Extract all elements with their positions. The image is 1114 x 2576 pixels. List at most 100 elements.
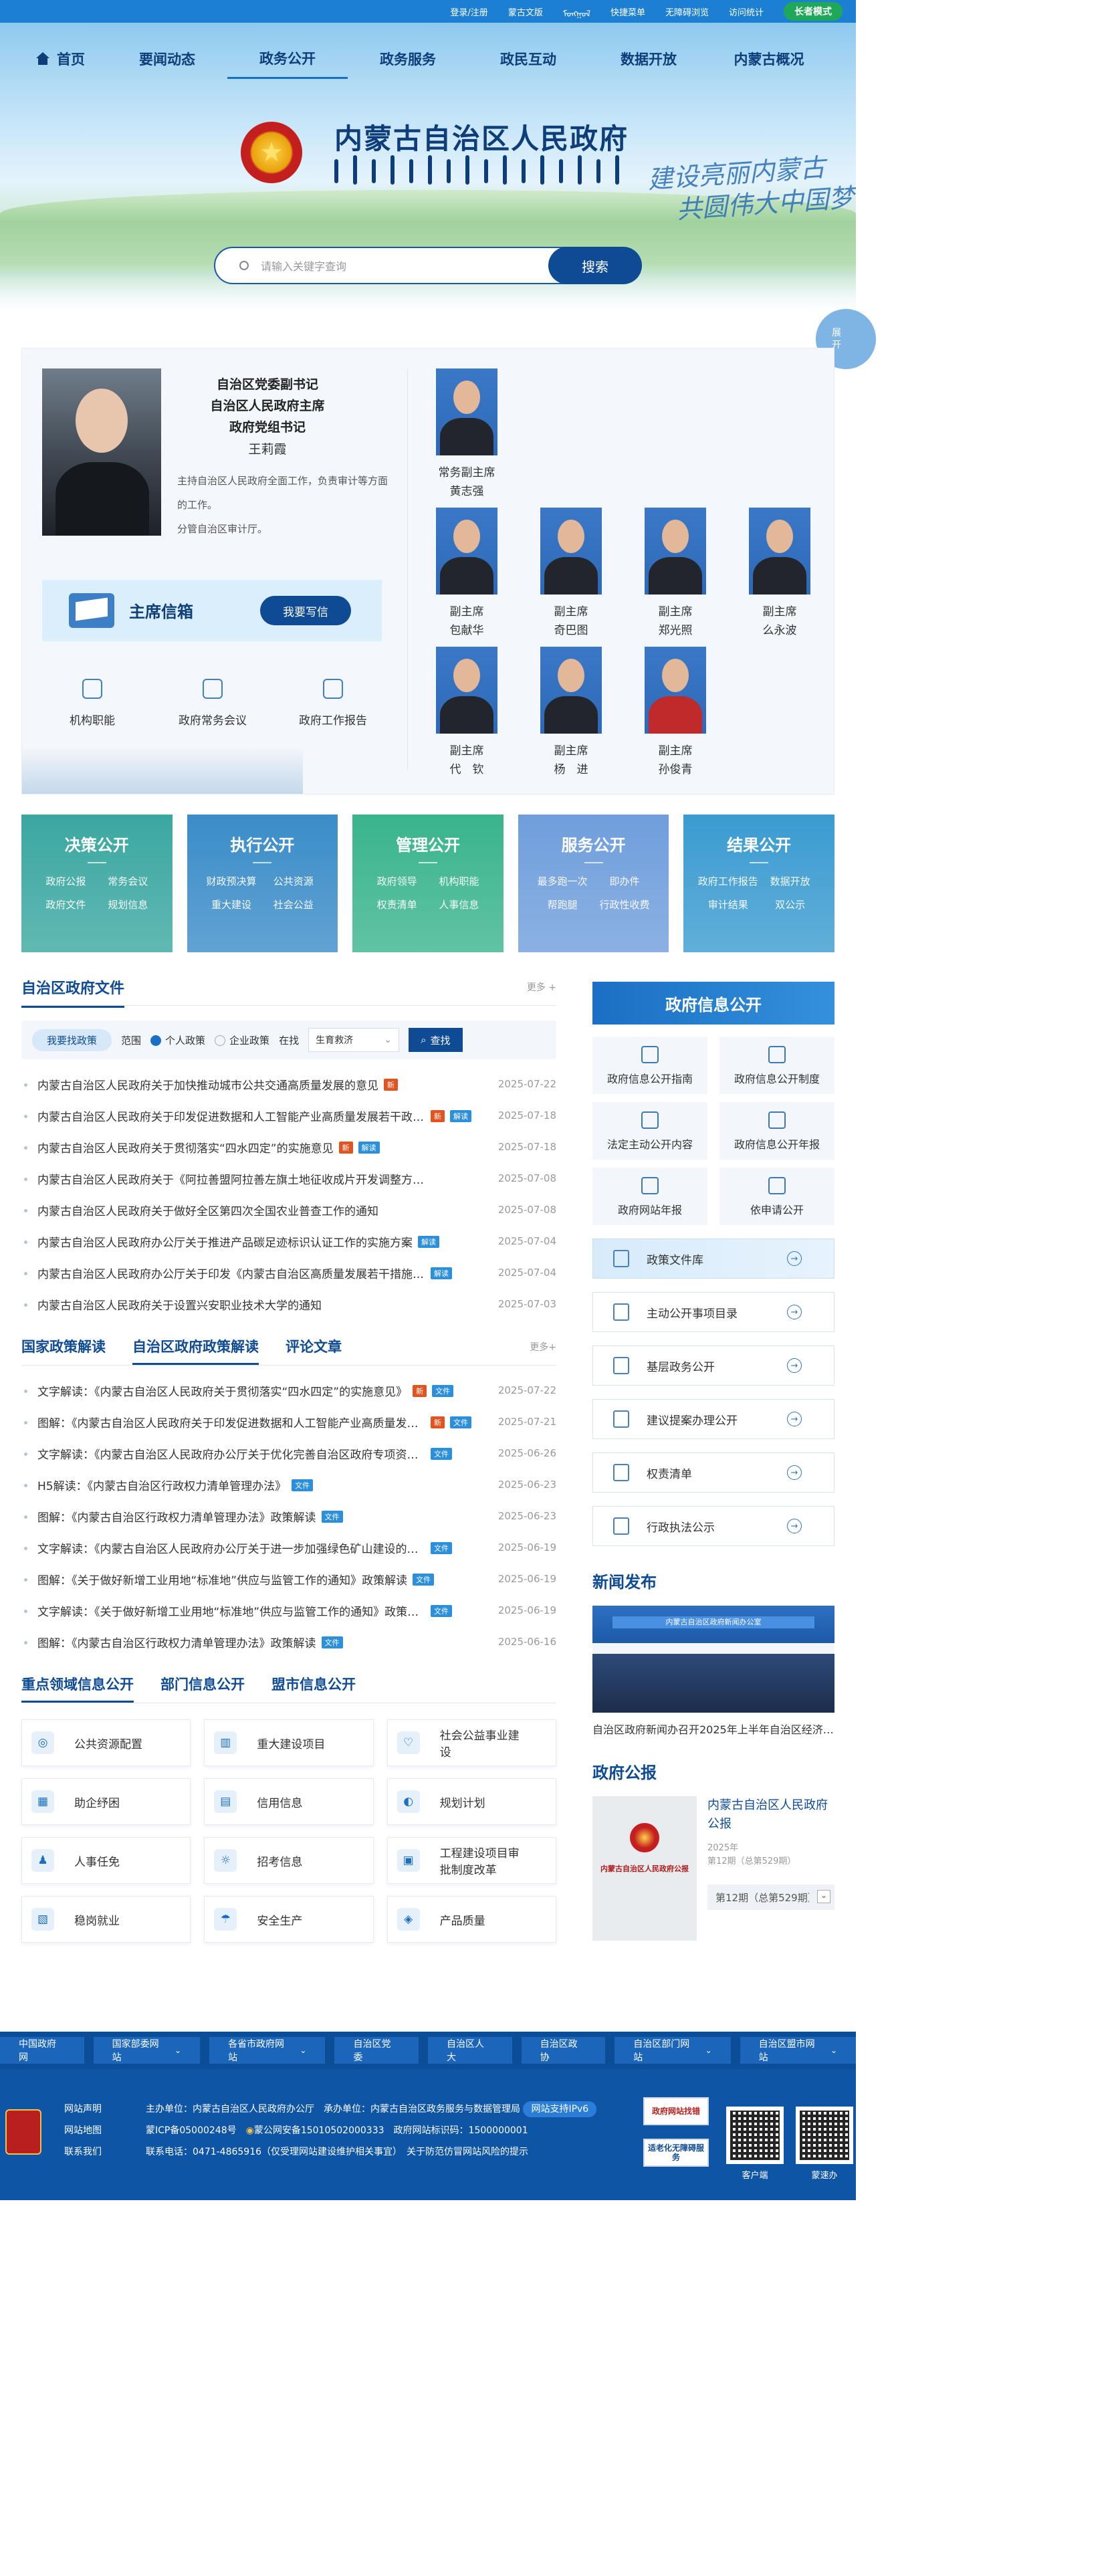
senior-mode-button[interactable]: 长者模式 — [784, 2, 843, 21]
card-service-open[interactable]: 服务公开 最多跑一次 即办件 帮跑腿 行政性收费 — [518, 815, 669, 952]
accessibility-link[interactable]: 无障碍浏览 — [665, 5, 709, 18]
nav-interaction[interactable]: 政民互动 — [468, 39, 588, 79]
list-item[interactable]: 内蒙古自治区人民政府办公厅关于推进产品碳足迹标识认证工作的实施方案 解读 2025-… — [21, 1226, 556, 1257]
gov-info-list-item[interactable]: 基层政务公开 → — [592, 1346, 834, 1386]
card-management-open[interactable]: 管理公开 政府领导 机构职能 权责清单 人事信息 — [352, 815, 504, 952]
list-item[interactable]: 图解：《内蒙古自治区人民政府关于印发促进数据和人工智能产业高质量发展若干政策措施… — [21, 1406, 556, 1438]
list-item[interactable]: 图解：《关于做好新增工业用地“标准地”供应与监管工作的通知》政策解读 文件 2025… — [21, 1564, 556, 1595]
gov-info-list-item[interactable]: 行政执法公示 → — [592, 1506, 834, 1546]
list-item-title[interactable]: 图解：《内蒙古自治区行政权力清单管理办法》政策解读 — [37, 1508, 316, 1525]
card-link[interactable]: 审计结果 — [697, 897, 759, 911]
nav-gov-open[interactable]: 政务公开 — [227, 39, 348, 79]
news-release-image[interactable]: 内蒙古自治区政府新闻办公室 — [592, 1606, 834, 1713]
search-button[interactable]: 搜索 — [548, 247, 642, 284]
domain-tile[interactable]: ▤ 信用信息 — [204, 1778, 374, 1825]
card-link[interactable]: 帮跑腿 — [532, 897, 594, 911]
list-item-title[interactable]: 文字解读：《内蒙古自治区人民政府办公厅关于优化完善自治区政府专项资金管理》 — [37, 1445, 425, 1462]
deputy-card[interactable]: 副主席 么永波 — [736, 508, 823, 640]
card-link[interactable]: 政府工作报告 — [697, 874, 759, 888]
list-item-title[interactable]: 内蒙古自治区人民政府办公厅关于印发《内蒙古自治区高质量发展若干措施》的通知 — [37, 1265, 425, 1281]
nav-home[interactable]: 首页 — [13, 39, 107, 79]
gov-info-list-item[interactable]: 权责清单 → — [592, 1453, 834, 1493]
gov-info-tile[interactable]: 政府信息公开制度 — [719, 1037, 834, 1094]
card-link[interactable]: 双公示 — [759, 897, 821, 911]
list-item-title[interactable]: 图解：《内蒙古自治区行政权力清单管理办法》政策解读 — [37, 1634, 316, 1650]
quick-link-report[interactable]: 政府工作报告 — [283, 679, 383, 728]
list-item[interactable]: H5解读：《内蒙古自治区行政权力清单管理办法》 文件 2025-06-23 — [21, 1469, 556, 1501]
card-link[interactable]: 常务会议 — [97, 874, 159, 888]
news-release-caption[interactable]: 自治区政府新闻办召开2025年上半年自治区经济运行情况新闻发布会 — [592, 1721, 834, 1737]
write-letter-button[interactable]: 我要写信 — [260, 596, 351, 625]
card-link[interactable]: 社会公益 — [262, 897, 324, 911]
list-item-title[interactable]: 内蒙古自治区人民政府关于做好全区第四次全国农业普查工作的通知 — [37, 1202, 378, 1218]
list-item[interactable]: 内蒙古自治区人民政府关于贯彻落实“四水四定”的实施意见新解读 2025-07-18 — [21, 1132, 556, 1163]
personal-policy-radio[interactable]: 个人政策 — [150, 1033, 205, 1047]
gazette-issue-select[interactable]: 第12期（总第529期） — [707, 1885, 834, 1910]
list-item-title[interactable]: 内蒙古自治区人民政府关于印发促进数据和人工智能产业高质量发展若干政策措施的通知 — [37, 1107, 425, 1124]
list-item-title[interactable]: 图解：《关于做好新增工业用地“标准地”供应与监管工作的通知》政策解读 — [37, 1571, 407, 1588]
deputy-card[interactable]: 副主席 郑光照 — [632, 508, 719, 640]
card-link[interactable]: 规划信息 — [97, 897, 159, 911]
list-item-title[interactable]: 内蒙古自治区人民政府关于贯彻落实“四水四定”的实施意见 — [37, 1139, 334, 1156]
domain-tile[interactable]: ◐ 规划计划 — [386, 1778, 556, 1825]
gov-info-tile[interactable]: 政府信息公开指南 — [592, 1037, 707, 1094]
tab-commentary[interactable]: 评论文章 — [286, 1333, 342, 1365]
report-error-badge[interactable]: 政府网站找错 — [643, 2097, 709, 2125]
footer-site-link[interactable]: 国家部委网站 — [93, 2037, 201, 2064]
deputy-card[interactable]: 常务副主席 黄志强 — [423, 368, 510, 501]
card-link[interactable]: 机构职能 — [428, 874, 490, 888]
card-link[interactable]: 人事信息 — [428, 897, 490, 911]
police-record-link[interactable]: 蒙公网安备15010502000333 — [254, 2125, 384, 2136]
deputy-card[interactable]: 副主席 奇巴图 — [528, 508, 615, 640]
nav-news[interactable]: 要闻动态 — [107, 39, 227, 79]
card-link[interactable]: 行政性收费 — [594, 897, 656, 911]
list-item[interactable]: 文字解读：《内蒙古自治区人民政府办公厅关于优化完善自治区政府专项资金管理》 文件 2… — [21, 1438, 556, 1469]
card-link[interactable]: 公共资源 — [262, 874, 324, 888]
gov-info-tile[interactable]: 法定主动公开内容 — [592, 1102, 707, 1160]
footer-site-link[interactable]: 自治区人大 — [428, 2037, 512, 2064]
domain-tile[interactable]: ☂ 安全生产 — [204, 1896, 374, 1943]
list-item[interactable]: 内蒙古自治区人民政府关于印发促进数据和人工智能产业高质量发展若干政策措施的通知新… — [21, 1100, 556, 1132]
gov-info-tile[interactable]: 政府网站年报 — [592, 1168, 707, 1225]
domain-tile[interactable]: ◎ 公共资源配置 — [21, 1719, 191, 1766]
list-item[interactable]: 图解：《内蒙古自治区行政权力清单管理办法》政策解读 文件 2025-06-16 — [21, 1626, 556, 1658]
nav-overview[interactable]: 内蒙古概况 — [709, 39, 829, 79]
tab-key-domain-info[interactable]: 重点领域信息公开 — [21, 1671, 134, 1703]
chief-photo[interactable] — [42, 368, 161, 536]
list-item-title[interactable]: 文字解读：《关于做好新增工业用地“标准地”供应与监管工作的通知》政策解读 — [37, 1602, 425, 1619]
card-decision-open[interactable]: 决策公开 政府公报 常务会议 政府文件 规划信息 — [21, 815, 173, 952]
gov-info-tile[interactable]: 依申请公开 — [719, 1168, 834, 1225]
elderly-accessibility-badge[interactable]: 适老化无障碍服务 — [643, 2139, 709, 2167]
gov-info-list-item[interactable]: 主动公开事项目录 → — [592, 1292, 834, 1332]
tab-region-interpretation[interactable]: 自治区政府政策解读 — [132, 1333, 259, 1365]
card-link[interactable]: 政府领导 — [366, 874, 428, 888]
mongolian-version-link[interactable]: 蒙古文版 — [508, 5, 543, 18]
list-item-title[interactable]: 内蒙古自治区人民政府关于设置兴安职业技术大学的通知 — [37, 1296, 322, 1313]
footer-site-link[interactable]: 自治区盟市网站 — [740, 2037, 857, 2064]
domain-tile[interactable]: ▥ 重大建设项目 — [204, 1719, 374, 1766]
deputy-card[interactable]: 副主席杨 进 — [528, 647, 615, 779]
nav-data-open[interactable]: 数据开放 — [588, 39, 709, 79]
site-map-link[interactable]: 网站地图 — [64, 2120, 102, 2141]
gov-info-tile[interactable]: 政府信息公开年报 — [719, 1102, 834, 1160]
find-button[interactable]: ⌕ 查找 — [409, 1028, 463, 1052]
docs-more-link[interactable]: 更多 + — [527, 980, 556, 994]
card-link[interactable]: 政府公报 — [35, 874, 97, 888]
list-item[interactable]: 内蒙古自治区人民政府关于加快推动城市公共交通高质量发展的意见新 2025-07-2… — [21, 1069, 556, 1100]
tab-department-info[interactable]: 部门信息公开 — [160, 1671, 245, 1703]
footer-site-link[interactable]: 自治区政协 — [521, 2037, 606, 2064]
domain-tile[interactable]: ▣ 工程建设项目审批制度改革 — [386, 1837, 556, 1884]
list-item[interactable]: 内蒙古自治区人民政府办公厅关于印发《内蒙古自治区高质量发展若干措施》的通知 解读 2… — [21, 1257, 556, 1289]
nav-gov-service[interactable]: 政务服务 — [348, 39, 468, 79]
card-link[interactable]: 最多跑一次 — [532, 874, 594, 888]
card-link[interactable]: 权责清单 — [366, 897, 428, 911]
list-item-title[interactable]: 内蒙古自治区人民政府关于加快推动城市公共交通高质量发展的意见 — [37, 1076, 378, 1093]
footer-site-link[interactable]: 中国政府网 — [0, 2037, 84, 2064]
list-item[interactable]: 文字解读：《内蒙古自治区人民政府办公厅关于进一步加强绿色矿山建设的通知》 文件 20… — [21, 1532, 556, 1564]
policy-topic-select[interactable]: 生育救济 ⌄ — [308, 1028, 400, 1052]
icp-link[interactable]: 蒙ICP备05000248号 — [146, 2125, 237, 2136]
tab-national-interpretation[interactable]: 国家政策解读 — [21, 1333, 106, 1365]
list-item-title[interactable]: 内蒙古自治区人民政府关于《阿拉善盟阿拉善左旗土地征收成片开发调整方案》的批复 — [37, 1170, 425, 1187]
login-link[interactable]: 登录/注册 — [450, 5, 487, 18]
deputy-card[interactable]: 副主席 孙俊青 — [632, 647, 719, 779]
